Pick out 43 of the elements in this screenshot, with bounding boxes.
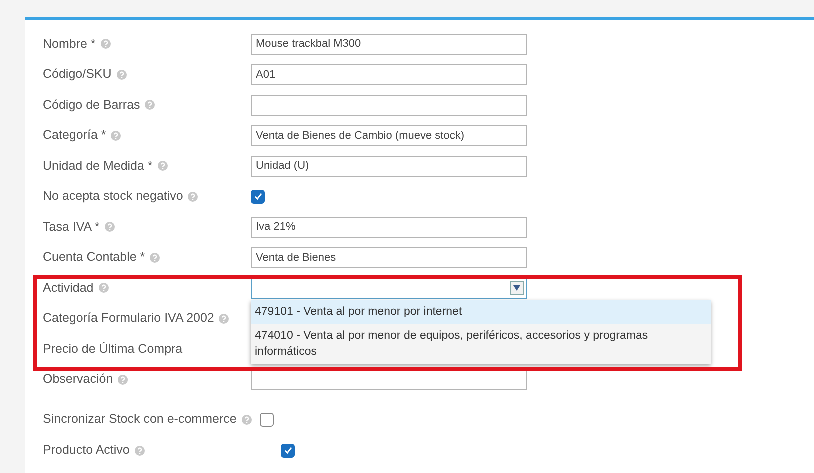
field-label: Tasa IVA * [43,218,100,236]
help-icon[interactable] [111,130,122,141]
dropdown-field[interactable] [251,278,527,299]
field-label: Nombre * [43,36,96,53]
field-label: Observación [43,371,114,388]
field-label: Categoría Formulario IVA 2002 [43,310,214,328]
text-field[interactable]: Unidad (U) [251,156,527,177]
help-icon[interactable] [158,161,168,172]
field-label: Producto Activo [43,442,130,460]
field-label: Código/SKU [43,66,112,84]
help-icon[interactable] [134,446,145,456]
help-icon[interactable] [104,222,115,232]
help-icon[interactable] [145,100,156,110]
text-field[interactable]: Venta de Bienes de Cambio (mueve stock) [251,125,527,146]
text-field[interactable] [251,369,527,390]
checkbox[interactable] [251,190,265,204]
help-icon[interactable] [219,314,230,324]
help-icon[interactable] [150,252,160,263]
text-field[interactable]: Iva 21% [251,216,527,238]
help-icon[interactable] [116,70,127,80]
field-label: Categoría * [43,127,106,144]
field-label: Precio de Última Compra [43,340,183,358]
text-field[interactable] [251,94,527,116]
field-label: No acepta stock negativo [43,188,184,206]
field-label: Unidad de Medida * [43,158,153,175]
dropdown-option[interactable]: 479101 - Venta al por menor por internet [251,300,711,324]
text-field[interactable]: Venta de Bienes [251,247,527,268]
checkmark-icon [254,192,262,202]
help-icon[interactable] [188,192,198,202]
field-label: Código de Barras [43,96,140,114]
checkmark-icon [284,446,292,455]
field-label: Sincronizar Stock con e-commerce [43,411,237,428]
help-icon[interactable] [98,283,109,294]
text-field[interactable]: Mouse trackbal M300 [251,34,527,55]
field-label: Actividad [43,280,94,297]
dropdown-option[interactable]: 474010 - Venta al por menor de equipos, periféricos, accesorios y programas informáticos [251,324,711,364]
checkbox[interactable] [260,412,274,426]
field-label: Cuenta Contable * [43,249,146,266]
help-icon[interactable] [118,374,128,385]
checkbox[interactable] [281,444,295,458]
help-icon[interactable] [100,39,111,50]
help-icon[interactable] [242,414,252,424]
text-field[interactable]: A01 [251,64,527,86]
